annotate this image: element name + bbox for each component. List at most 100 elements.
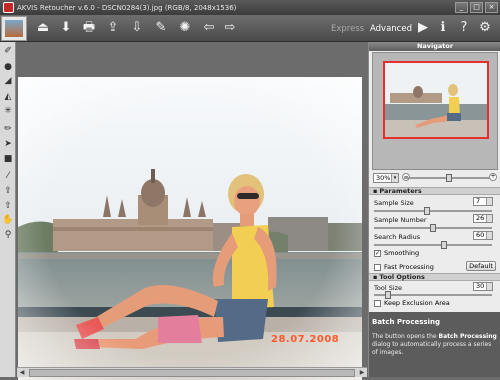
sample-number-value: 26 <box>476 214 485 222</box>
app-icon <box>3 2 14 13</box>
batch-desc-part2: dialog to automatically process a series… <box>372 341 492 356</box>
smoothing-checkbox[interactable]: ✓ Smoothing <box>374 249 419 257</box>
navigator-frame[interactable] <box>372 52 498 170</box>
checkbox-box[interactable] <box>374 299 381 307</box>
image-canvas[interactable]: 28.07.2008 <box>17 42 367 380</box>
sample-number-label: Sample Number <box>374 216 427 224</box>
tool-options-title: Tool Options <box>379 273 425 281</box>
search-radius-value: 60 <box>476 231 485 239</box>
save-icon[interactable]: ⬇ <box>57 19 75 37</box>
print-icon[interactable]: 🖶 <box>80 19 98 37</box>
tools-panel: ✐ ● ◢ ◭ ✳ ✏ ➤ ■ ⁄ ⇪ ⇧ ✋ ⚲ <box>0 42 16 377</box>
keep-exclusion-label: Keep Exclusion Area <box>384 299 450 307</box>
title-bar: AKVIS Retoucher v.6.0 - DSCN0284(3).jpg … <box>0 0 500 15</box>
fast-processing-label: Fast Processing <box>384 263 434 271</box>
sphere-icon[interactable]: ● <box>2 61 14 73</box>
tool-size-slider[interactable] <box>374 291 492 299</box>
sample-number-slider-handle[interactable] <box>430 224 436 232</box>
express-mode-button[interactable]: Express <box>331 24 364 34</box>
sample-number-field[interactable]: 26 <box>473 214 493 223</box>
maximize-button[interactable]: □ <box>470 2 483 13</box>
checkbox-box[interactable]: ✓ <box>374 249 381 257</box>
tool-size-field[interactable]: 30 <box>473 282 493 291</box>
zoom-row: 30%▾ − + <box>373 173 499 183</box>
zoom-value: 30% <box>376 174 391 182</box>
navigator-title: Navigator <box>369 42 500 51</box>
default-button[interactable]: Default <box>466 261 496 271</box>
date-stamp: 28.07.2008 <box>271 334 340 345</box>
horizontal-scrollbar[interactable]: ◀ ▶ <box>17 367 367 377</box>
tool-size-slider-handle[interactable] <box>385 291 392 299</box>
upload-icon[interactable]: ⇧ <box>2 200 14 212</box>
search-radius-field[interactable]: 60 <box>473 231 493 240</box>
batch-processing-info: Batch Processing The button opens the Ba… <box>369 312 500 377</box>
import-icon[interactable]: ⇪ <box>104 19 122 37</box>
zoom-slider[interactable] <box>404 174 495 182</box>
window-title: AKVIS Retoucher v.6.0 - DSCN0284(3).jpg … <box>17 3 237 12</box>
search-radius-slider[interactable] <box>374 241 492 249</box>
chevron-down-icon[interactable] <box>486 283 492 290</box>
forward-icon[interactable]: ⇨ <box>221 19 239 37</box>
sample-size-field[interactable]: 7 <box>473 197 493 206</box>
eraser-icon[interactable]: ◢ <box>2 75 14 87</box>
advanced-mode-button[interactable]: Advanced <box>370 24 412 34</box>
minimize-button[interactable]: _ <box>455 2 468 13</box>
zoom-icon[interactable]: ⚲ <box>2 229 14 241</box>
sample-size-slider-handle[interactable] <box>424 207 431 215</box>
zoom-select[interactable]: 30% ▾ <box>373 173 399 183</box>
open-icon[interactable]: ⏏ <box>34 19 52 37</box>
zoom-in-button[interactable]: + <box>489 173 497 181</box>
batch-title: Batch Processing <box>372 318 440 326</box>
sample-size-label: Sample Size <box>374 199 414 207</box>
tool-options-header[interactable]: ▪ Tool Options <box>369 273 500 281</box>
pencil-icon[interactable]: ✏ <box>2 123 14 135</box>
right-panel: Navigator 30%▾ − + ▪Parameters <box>368 42 500 377</box>
settings-icon[interactable]: ✎ <box>152 19 170 37</box>
stamp-icon[interactable]: ■ <box>2 153 14 165</box>
scroll-right-icon[interactable]: ▶ <box>357 368 367 377</box>
effect-icon[interactable]: ✺ <box>176 19 194 37</box>
search-radius-label: Search Radius <box>374 233 421 241</box>
fill-icon[interactable]: ◭ <box>2 91 14 103</box>
parameters-title: Parameters <box>379 187 422 195</box>
pipette-icon[interactable]: ⁄ <box>2 170 14 182</box>
logo <box>1 16 27 41</box>
chevron-down-icon[interactable] <box>486 198 492 205</box>
sample-size-value: 7 <box>476 197 481 205</box>
parameters-header[interactable]: ▪ Parameters <box>369 187 500 195</box>
close-button[interactable]: × <box>485 2 498 13</box>
chevron-down-icon[interactable] <box>486 215 492 222</box>
transfer-icon[interactable]: ⇪ <box>2 185 14 197</box>
tool-size-value: 30 <box>476 282 485 290</box>
scroll-left-icon[interactable]: ◀ <box>17 368 27 377</box>
chevron-down-icon[interactable] <box>486 232 492 239</box>
fast-processing-checkbox[interactable]: Fast Processing <box>374 263 434 271</box>
help-icon[interactable]: ? <box>455 19 473 37</box>
hand-icon[interactable]: ✋ <box>2 214 14 226</box>
preferences-icon[interactable]: ⚙ <box>476 19 494 37</box>
keep-exclusion-checkbox[interactable]: Keep Exclusion Area <box>374 299 450 307</box>
smoothing-label: Smoothing <box>384 249 420 257</box>
batch-description: The button opens the Batch Processing di… <box>372 333 498 357</box>
sample-size-slider[interactable] <box>374 207 492 215</box>
checkbox-box[interactable] <box>374 263 381 271</box>
scroll-thumb[interactable] <box>29 369 355 377</box>
collapse-icon[interactable]: ▪ <box>373 187 377 195</box>
batch-desc-part1: The button opens the <box>372 333 439 340</box>
chevron-down-icon: ▾ <box>391 174 398 182</box>
back-icon[interactable]: ⇦ <box>200 19 218 37</box>
collapse-icon[interactable]: ▪ <box>373 273 377 281</box>
sample-number-slider[interactable] <box>374 224 492 232</box>
zoom-slider-handle[interactable] <box>446 174 452 182</box>
brush-icon[interactable]: ✐ <box>2 45 14 57</box>
run-icon[interactable]: ▶ <box>414 19 432 37</box>
arrow-icon[interactable]: ➤ <box>2 138 14 150</box>
navigator-preview[interactable] <box>383 61 489 139</box>
toolbar: ⏏ ⬇ 🖶 ⇪ ⇩ ✎ ✺ ⇦ ⇨ Express Advanced ▶ ℹ ?… <box>0 15 500 42</box>
search-radius-slider-handle[interactable] <box>441 241 448 249</box>
export-icon[interactable]: ⇩ <box>128 19 146 37</box>
magic-wand-icon[interactable]: ✳ <box>2 105 14 117</box>
batch-desc-bold: Batch Processing <box>438 333 497 340</box>
photo[interactable]: 28.07.2008 <box>18 77 362 380</box>
info-icon[interactable]: ℹ <box>434 19 452 37</box>
